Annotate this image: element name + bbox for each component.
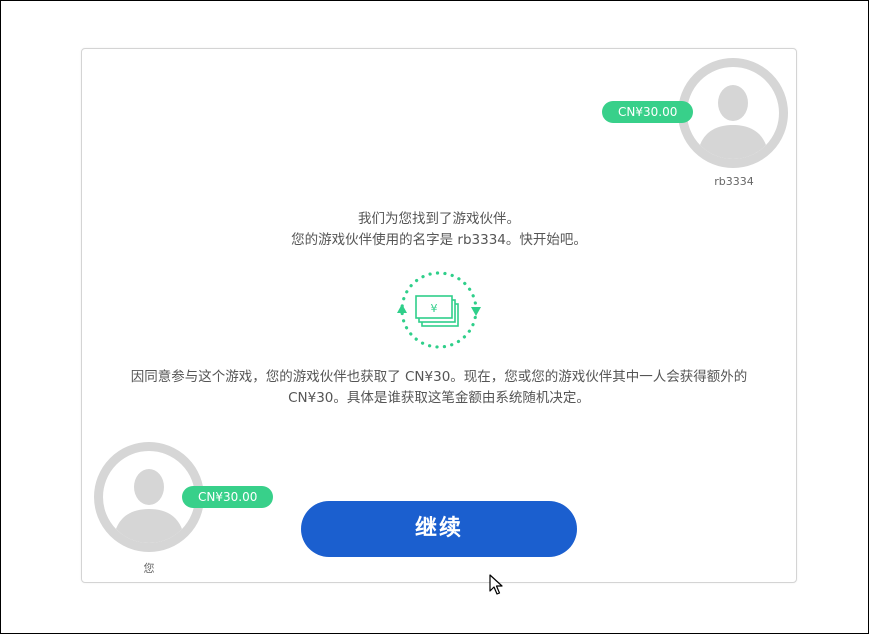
bonus-message-line-2: CN¥30。具体是谁获取这笔金额由系统随机决定。 — [288, 390, 590, 406]
user-silhouette-icon — [697, 85, 769, 159]
partner-name: rb3334 — [714, 175, 754, 188]
app-window: rb3334 CN¥30.00 我们为您找到了游戏伙伴。 您的游戏伙伴使用的名字… — [0, 0, 869, 634]
your-balance-badge: CN¥30.00 — [182, 486, 274, 508]
bonus-message-line-1: 因同意参与这个游戏，您的游戏伙伴也获取了 CN¥30。现在，您或您的游戏伙伴其中… — [130, 369, 748, 385]
partner-balance-badge: CN¥30.00 — [602, 101, 694, 123]
partner-avatar — [678, 58, 788, 168]
match-message: 我们为您找到了游戏伙伴。 您的游戏伙伴使用的名字是 rb3334。快开始吧。 — [82, 209, 796, 251]
continue-button[interactable]: 继续 — [301, 501, 577, 557]
match-message-line-2: 您的游戏伙伴使用的名字是 rb3334。快开始吧。 — [291, 232, 587, 248]
mouse-cursor-icon — [489, 574, 503, 595]
match-message-line-1: 我们为您找到了游戏伙伴。 — [358, 211, 520, 227]
money-exchange-icon: ¥ — [397, 271, 481, 349]
match-found-card: rb3334 CN¥30.00 我们为您找到了游戏伙伴。 您的游戏伙伴使用的名字… — [81, 48, 797, 583]
bonus-message: 因同意参与这个游戏，您的游戏伙伴也获取了 CN¥30。现在，您或您的游戏伙伴其中… — [92, 367, 786, 409]
your-name: 您 — [143, 562, 155, 575]
currency-symbol: ¥ — [431, 302, 438, 315]
